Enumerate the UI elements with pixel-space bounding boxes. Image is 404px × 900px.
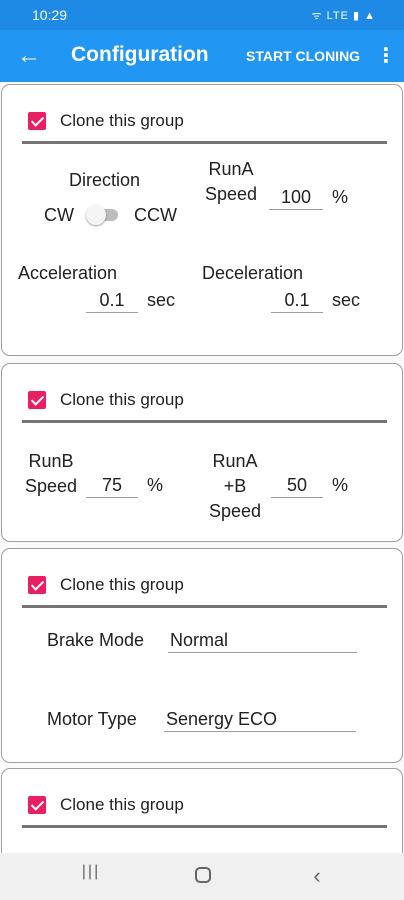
clone-group-label: Clone this group	[60, 795, 184, 814]
deceleration-input[interactable]: 0.1	[271, 288, 323, 313]
more-vert-icon[interactable]: ⋮	[376, 43, 396, 68]
clone-group-checkbox-4[interactable]	[28, 796, 46, 814]
home-icon[interactable]	[186, 863, 220, 891]
group-header: Clone this group	[22, 110, 387, 144]
motor-type-input[interactable]: Senergy ECO	[164, 707, 356, 732]
deceleration-unit: sec	[332, 290, 361, 310]
clone-group-card-2: Clone this group RunB Speed 75 % RunA +B…	[1, 363, 403, 542]
status-time: 10:29	[32, 7, 68, 23]
runab-speed-unit: %	[332, 475, 349, 495]
runa-speed-input[interactable]: 100	[269, 185, 323, 210]
runb-speed-input[interactable]: 75	[86, 473, 138, 498]
brake-mode-input[interactable]: Normal	[168, 628, 357, 653]
clone-group-card-3: Clone this group Brake Mode Normal Motor…	[1, 548, 403, 763]
deceleration-label: Deceleration	[202, 263, 304, 283]
brake-mode-label: Brake Mode	[47, 630, 145, 650]
direction-label: Direction	[69, 170, 141, 190]
recents-icon[interactable]: |||	[74, 863, 108, 891]
acceleration-input[interactable]: 0.1	[86, 288, 138, 313]
runab-speed-input[interactable]: 50	[271, 473, 323, 498]
clone-group-card-1: Clone this group Direction CW CCW RunA S…	[1, 84, 403, 356]
group-header: Clone this group	[22, 574, 387, 608]
runa-speed-label: RunA Speed	[204, 159, 258, 204]
runb-speed-unit: %	[147, 475, 164, 495]
direction-toggle[interactable]	[86, 205, 118, 225]
acceleration-label: Acceleration	[18, 263, 118, 283]
clone-group-label: Clone this group	[60, 111, 184, 130]
group-header: Clone this group	[22, 389, 387, 423]
page-title: Configuration	[71, 43, 209, 66]
app-bar: ← Configuration START CLONING ⋮	[0, 30, 404, 82]
runb-speed-label: RunB Speed	[24, 451, 78, 496]
group-header: Clone this group	[22, 794, 387, 828]
acceleration-unit: sec	[147, 290, 176, 310]
clone-group-checkbox-2[interactable]	[28, 391, 46, 409]
clone-group-checkbox-1[interactable]	[28, 112, 46, 130]
direction-cw-label: CW	[44, 205, 74, 225]
system-nav-bar: ||| ‹	[0, 853, 404, 900]
back-arrow-icon[interactable]: ←	[14, 40, 44, 72]
status-icons: ᯤ LTE ▮ ▲	[311, 10, 376, 22]
runa-speed-unit: %	[332, 187, 349, 207]
direction-toggle-thumb	[86, 205, 106, 225]
clone-group-label: Clone this group	[60, 575, 184, 594]
clone-group-label: Clone this group	[60, 390, 184, 409]
motor-type-label: Motor Type	[47, 709, 137, 729]
runab-speed-label: RunA +B Speed	[208, 451, 262, 521]
chevron-left-icon[interactable]: ‹	[300, 863, 334, 891]
direction-ccw-label: CCW	[134, 205, 177, 225]
clone-group-checkbox-3[interactable]	[28, 576, 46, 594]
status-bar: 10:29 ᯤ LTE ▮ ▲	[0, 0, 404, 30]
start-cloning-button[interactable]: START CLONING	[246, 48, 360, 64]
